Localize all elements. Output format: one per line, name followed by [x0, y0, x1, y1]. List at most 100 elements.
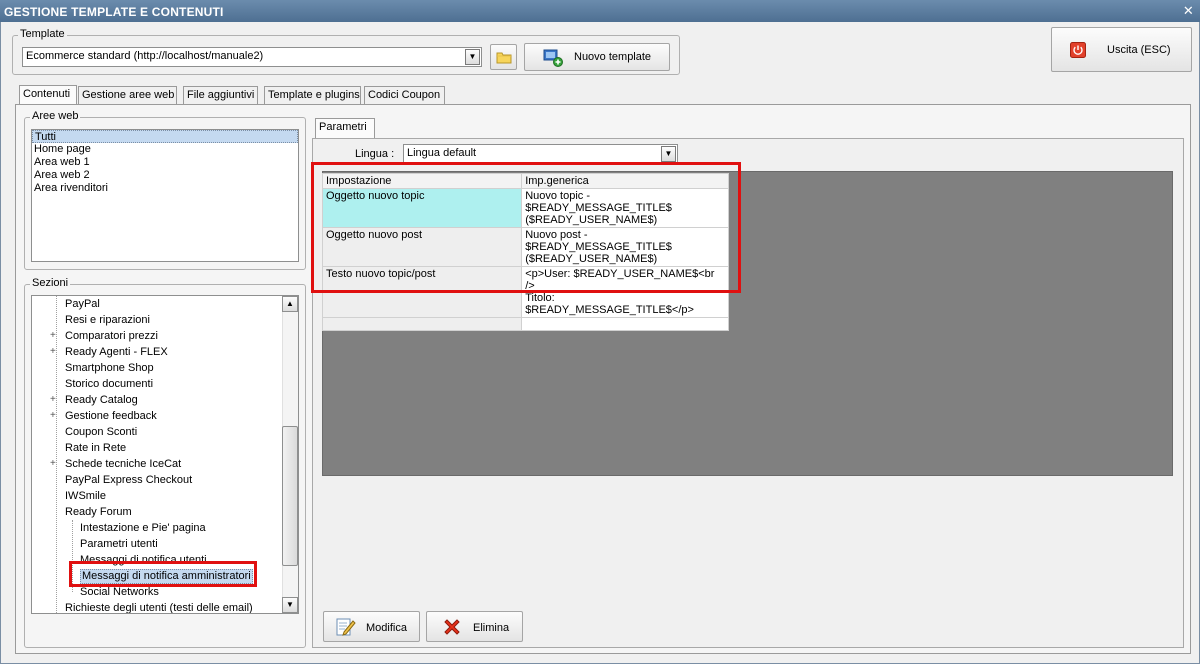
- tree-item-label: Messaggi di notifica amministratori: [80, 569, 253, 584]
- aree-web-label: Aree web: [30, 110, 81, 122]
- lingua-select[interactable]: Lingua default ▼: [403, 144, 678, 164]
- empty-cell: [321, 317, 523, 331]
- exit-button[interactable]: Uscita (ESC): [1051, 27, 1192, 72]
- list-item[interactable]: Area rivenditori: [32, 182, 298, 195]
- tree-item-label: Comparatori prezzi: [65, 330, 158, 342]
- folder-icon: [496, 52, 512, 64]
- tree-item[interactable]: + Ready Agenti - FLEX: [32, 344, 280, 360]
- tree-item[interactable]: PayPal Express Checkout: [32, 472, 280, 488]
- window-title-bar: GESTIONE TEMPLATE E CONTENUTI ✕: [0, 0, 1200, 22]
- setting-key[interactable]: Oggetto nuovo topic: [321, 188, 523, 228]
- tree-item-label: Storico documenti: [65, 378, 154, 390]
- tree-item-label: Smartphone Shop: [65, 362, 154, 374]
- tree-item-label: PayPal Express Checkout: [65, 474, 193, 486]
- tree-item[interactable]: + Gestione feedback: [32, 408, 280, 424]
- tab-parametri[interactable]: Parametri: [315, 118, 375, 139]
- tree-item[interactable]: Storico documenti: [32, 376, 280, 392]
- elimina-label: Elimina: [473, 622, 510, 634]
- tab-gestione-aree-web[interactable]: Gestione aree web: [78, 86, 177, 105]
- template-group-label: Template: [18, 28, 67, 40]
- tree-item-label: Gestione feedback: [65, 410, 157, 422]
- sezioni-tree[interactable]: PayPal Resi e riparazioni + Comparatori pre…: [31, 295, 299, 614]
- tab-contenuti[interactable]: Contenuti: [19, 85, 77, 106]
- expand-plus-icon[interactable]: +: [50, 408, 56, 424]
- setting-key[interactable]: Oggetto nuovo post: [321, 227, 523, 267]
- column-header[interactable]: Impostazione: [321, 173, 523, 189]
- tree-item[interactable]: + Ready Catalog: [32, 392, 280, 408]
- expand-plus-icon[interactable]: +: [50, 456, 56, 472]
- tree-item[interactable]: Social Networks: [32, 584, 280, 600]
- table-row: [321, 317, 729, 331]
- add-template-icon: [543, 49, 563, 67]
- tab-file-aggiuntivi[interactable]: File aggiuntivi: [183, 86, 258, 105]
- lingua-select-value: Lingua default: [407, 147, 477, 159]
- tree-item-label: PayPal: [65, 298, 100, 310]
- chevron-down-icon[interactable]: ▼: [465, 49, 480, 65]
- list-item[interactable]: Home page: [32, 143, 298, 156]
- tree-item[interactable]: Intestazione e Pie' pagina: [32, 520, 280, 536]
- power-icon: [1070, 42, 1086, 58]
- tree-item-label: Social Networks: [80, 586, 159, 598]
- edit-icon: [336, 618, 356, 636]
- setting-value-line: <p>User: $READY_USER_NAME$<br />: [525, 268, 715, 292]
- setting-value[interactable]: <p>User: $READY_USER_NAME$<br /> Titolo: …: [521, 266, 729, 318]
- tree-item-label: Ready Agenti - FLEX: [65, 346, 168, 358]
- setting-value-line: Nuovo topic - $READY_MESSAGE_TITLE$: [525, 190, 672, 214]
- tree-item[interactable]: Rate in Rete: [32, 440, 280, 456]
- tree-item[interactable]: Smartphone Shop: [32, 360, 280, 376]
- setting-value[interactable]: Nuovo topic - $READY_MESSAGE_TITLE$ ($REA…: [521, 188, 729, 228]
- expand-plus-icon[interactable]: +: [50, 344, 56, 360]
- tree-item-label: Intestazione e Pie' pagina: [80, 522, 206, 534]
- tree-item[interactable]: Messaggi di notifica utenti: [32, 552, 280, 568]
- close-icon[interactable]: ✕: [1183, 3, 1194, 19]
- tree-item-label: Ready Forum: [65, 506, 132, 518]
- scroll-down-arrow[interactable]: ▼: [282, 597, 298, 613]
- sezioni-label: Sezioni: [30, 277, 71, 289]
- list-item[interactable]: Area web 2: [32, 169, 298, 182]
- template-select-value: Ecommerce standard (http://localhost/man…: [26, 50, 264, 62]
- tree-item[interactable]: Resi e riparazioni: [32, 312, 280, 328]
- tree-item[interactable]: Parametri utenti: [32, 536, 280, 552]
- tree-item[interactable]: + Schede tecniche IceCat: [32, 456, 280, 472]
- scroll-thumb[interactable]: [282, 426, 298, 566]
- modifica-label: Modifica: [366, 622, 407, 634]
- scroll-up-arrow[interactable]: ▲: [282, 296, 298, 312]
- setting-value-line: ($READY_USER_NAME$): [525, 253, 658, 265]
- delete-icon: [444, 619, 460, 635]
- open-folder-button[interactable]: [490, 44, 517, 70]
- expand-plus-icon[interactable]: +: [50, 392, 56, 408]
- tree-item[interactable]: PayPal: [32, 296, 280, 312]
- tree-item-label: Rate in Rete: [65, 442, 127, 454]
- tree-item[interactable]: Ready Forum: [32, 504, 280, 520]
- setting-key[interactable]: Testo nuovo topic/post: [321, 266, 523, 318]
- window-title: GESTIONE TEMPLATE E CONTENUTI: [4, 5, 224, 19]
- tree-item[interactable]: + Comparatori prezzi: [32, 328, 280, 344]
- elimina-button[interactable]: Elimina: [426, 611, 523, 642]
- lingua-label: Lingua :: [355, 148, 395, 160]
- aree-web-list[interactable]: Tutti Home page Area web 1 Area web 2 Ar…: [31, 129, 299, 262]
- list-item[interactable]: Tutti: [32, 130, 298, 143]
- tree-item[interactable]: Richieste degli utenti (testi delle emai…: [32, 600, 280, 614]
- table-row[interactable]: Oggetto nuovo topic Nuovo topic - $READY…: [321, 188, 729, 228]
- setting-value-line: Nuovo post - $READY_MESSAGE_TITLE$: [525, 229, 672, 253]
- tree-item[interactable]: Messaggi di notifica amministratori: [32, 568, 280, 584]
- table-row[interactable]: Oggetto nuovo post Nuovo post - $READY_M…: [321, 227, 729, 267]
- parametri-grid: Impostazione Imp.generica Oggetto nuovo …: [321, 173, 729, 331]
- column-header[interactable]: Imp.generica: [521, 173, 729, 189]
- modifica-button[interactable]: Modifica: [323, 611, 420, 642]
- tree-item[interactable]: Coupon Sconti: [32, 424, 280, 440]
- list-item[interactable]: Area web 1: [32, 156, 298, 169]
- empty-cell: [521, 317, 729, 331]
- table-row[interactable]: Testo nuovo topic/post <p>User: $READY_U…: [321, 266, 729, 318]
- setting-value[interactable]: Nuovo post - $READY_MESSAGE_TITLE$ ($READ…: [521, 227, 729, 267]
- tab-template-plugins[interactable]: Template e plugins: [264, 86, 361, 105]
- tree-item[interactable]: IWSmile: [32, 488, 280, 504]
- expand-plus-icon[interactable]: +: [50, 328, 56, 344]
- new-template-button[interactable]: Nuovo template: [524, 43, 670, 71]
- tab-codici-coupon[interactable]: Codici Coupon: [364, 86, 445, 105]
- tree-item-label: Coupon Sconti: [65, 426, 138, 438]
- tree-item-label: IWSmile: [65, 490, 106, 502]
- chevron-down-icon[interactable]: ▼: [661, 146, 676, 162]
- tree-item-label: Richieste degli utenti (testi delle emai…: [65, 602, 253, 614]
- template-select[interactable]: Ecommerce standard (http://localhost/man…: [22, 47, 482, 67]
